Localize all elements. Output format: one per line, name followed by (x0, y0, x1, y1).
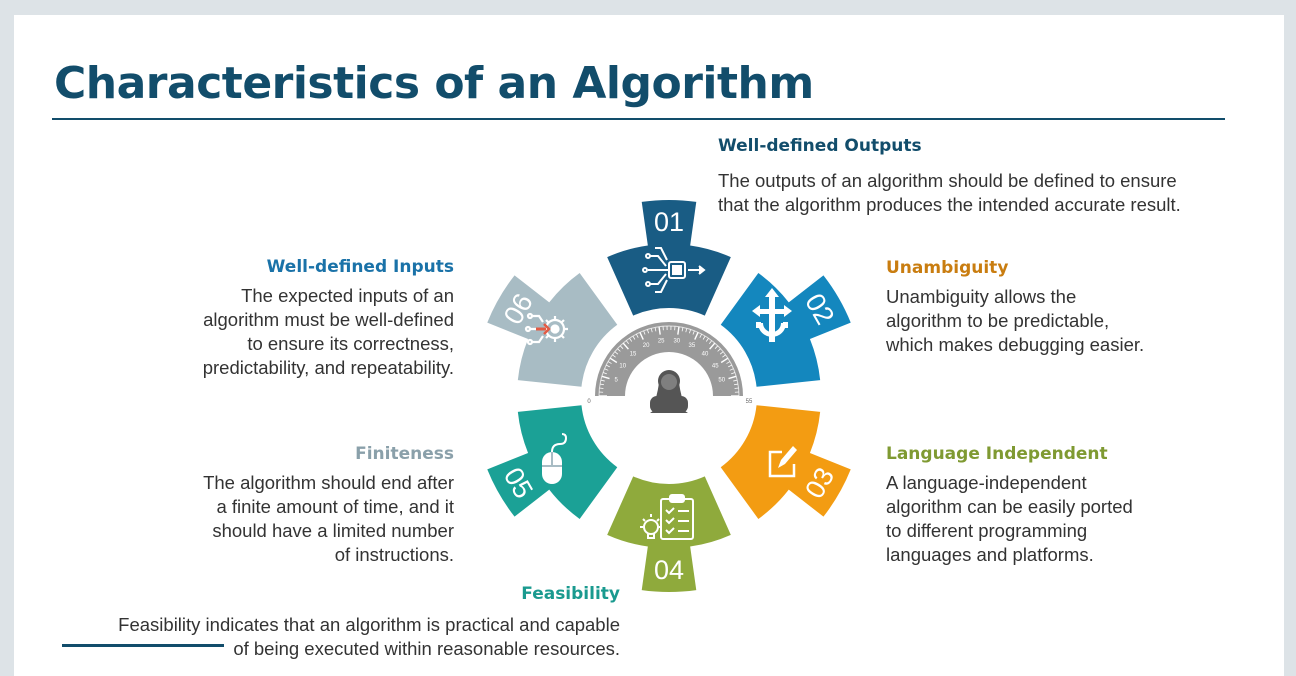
segment-number: 04 (654, 555, 684, 585)
gauge-tick-label: 35 (689, 343, 696, 349)
title-underline (52, 118, 1225, 120)
item-finiteness: Finiteness The algorithm should end afte… (203, 443, 454, 567)
text-line: should have a limited number (212, 520, 454, 541)
page-title: Characteristics of an Algorithm (54, 58, 814, 109)
item-unambiguity: Unambiguity Unambiguity allows the algor… (886, 257, 1144, 357)
text-line: algorithm must be well-defined (203, 309, 454, 330)
text-line: The expected inputs of an (241, 285, 454, 306)
text-line: to ensure its correctness, (247, 333, 454, 354)
gauge-tick-label: 0 (587, 399, 591, 405)
text-line: Unambiguity allows the (886, 286, 1077, 307)
item-heading-outputs: Well-defined Outputs (718, 136, 922, 156)
text-line: of being executed within reasonable reso… (233, 638, 620, 659)
wheel-segment (720, 273, 851, 387)
footer-accent-bar (62, 644, 224, 647)
gauge-tick-label: 20 (643, 343, 650, 349)
text-line: algorithm can be easily ported (886, 496, 1133, 517)
gauge-tick-label: 30 (673, 339, 680, 345)
person-icon (650, 370, 688, 413)
text-line: algorithm to be predictable, (886, 310, 1110, 331)
gauge-tick-label: 50 (718, 378, 725, 384)
text-line: of instructions. (334, 544, 454, 565)
segment-number: 01 (654, 207, 684, 237)
text-line: to different programming (886, 520, 1088, 541)
gauge-tick-label: 40 (702, 351, 709, 357)
gauge-tick-label: 45 (712, 363, 719, 369)
text-line: languages and platforms. (886, 544, 1094, 565)
gauge-tick-label: 15 (630, 351, 637, 357)
characteristics-wheel: 010203040506 0510152025 303540455055 (487, 200, 851, 593)
item-heading-unambiguity: Unambiguity (886, 258, 1009, 278)
gauge-tick-label: 10 (619, 363, 626, 369)
text-line: A language-independent (886, 472, 1087, 493)
text-line: a finite amount of time, and it (216, 496, 454, 517)
text-line: predictability, and repeatability. (202, 357, 454, 378)
gauge-tick-label: 25 (658, 339, 665, 345)
item-text-unambiguity: Unambiguity allows the algorithm to be p… (886, 285, 1144, 357)
item-heading-finiteness: Finiteness (355, 444, 454, 464)
item-language-independent: Language Independent A language-independ… (886, 443, 1133, 567)
item-heading-inputs: Well-defined Inputs (266, 257, 454, 277)
text-line: The algorithm should end after (203, 472, 454, 493)
item-text-inputs: The expected inputs of an algorithm must… (203, 284, 454, 380)
item-heading-language: Language Independent (886, 444, 1108, 464)
item-text-finiteness: The algorithm should end after a finite … (203, 471, 454, 567)
gauge-tick-label: 55 (746, 399, 753, 405)
item-inputs: Well-defined Inputs The expected inputs … (203, 256, 454, 380)
text-line: which makes debugging easier. (886, 334, 1145, 355)
item-text-language: A language-independent algorithm can be … (886, 471, 1133, 567)
